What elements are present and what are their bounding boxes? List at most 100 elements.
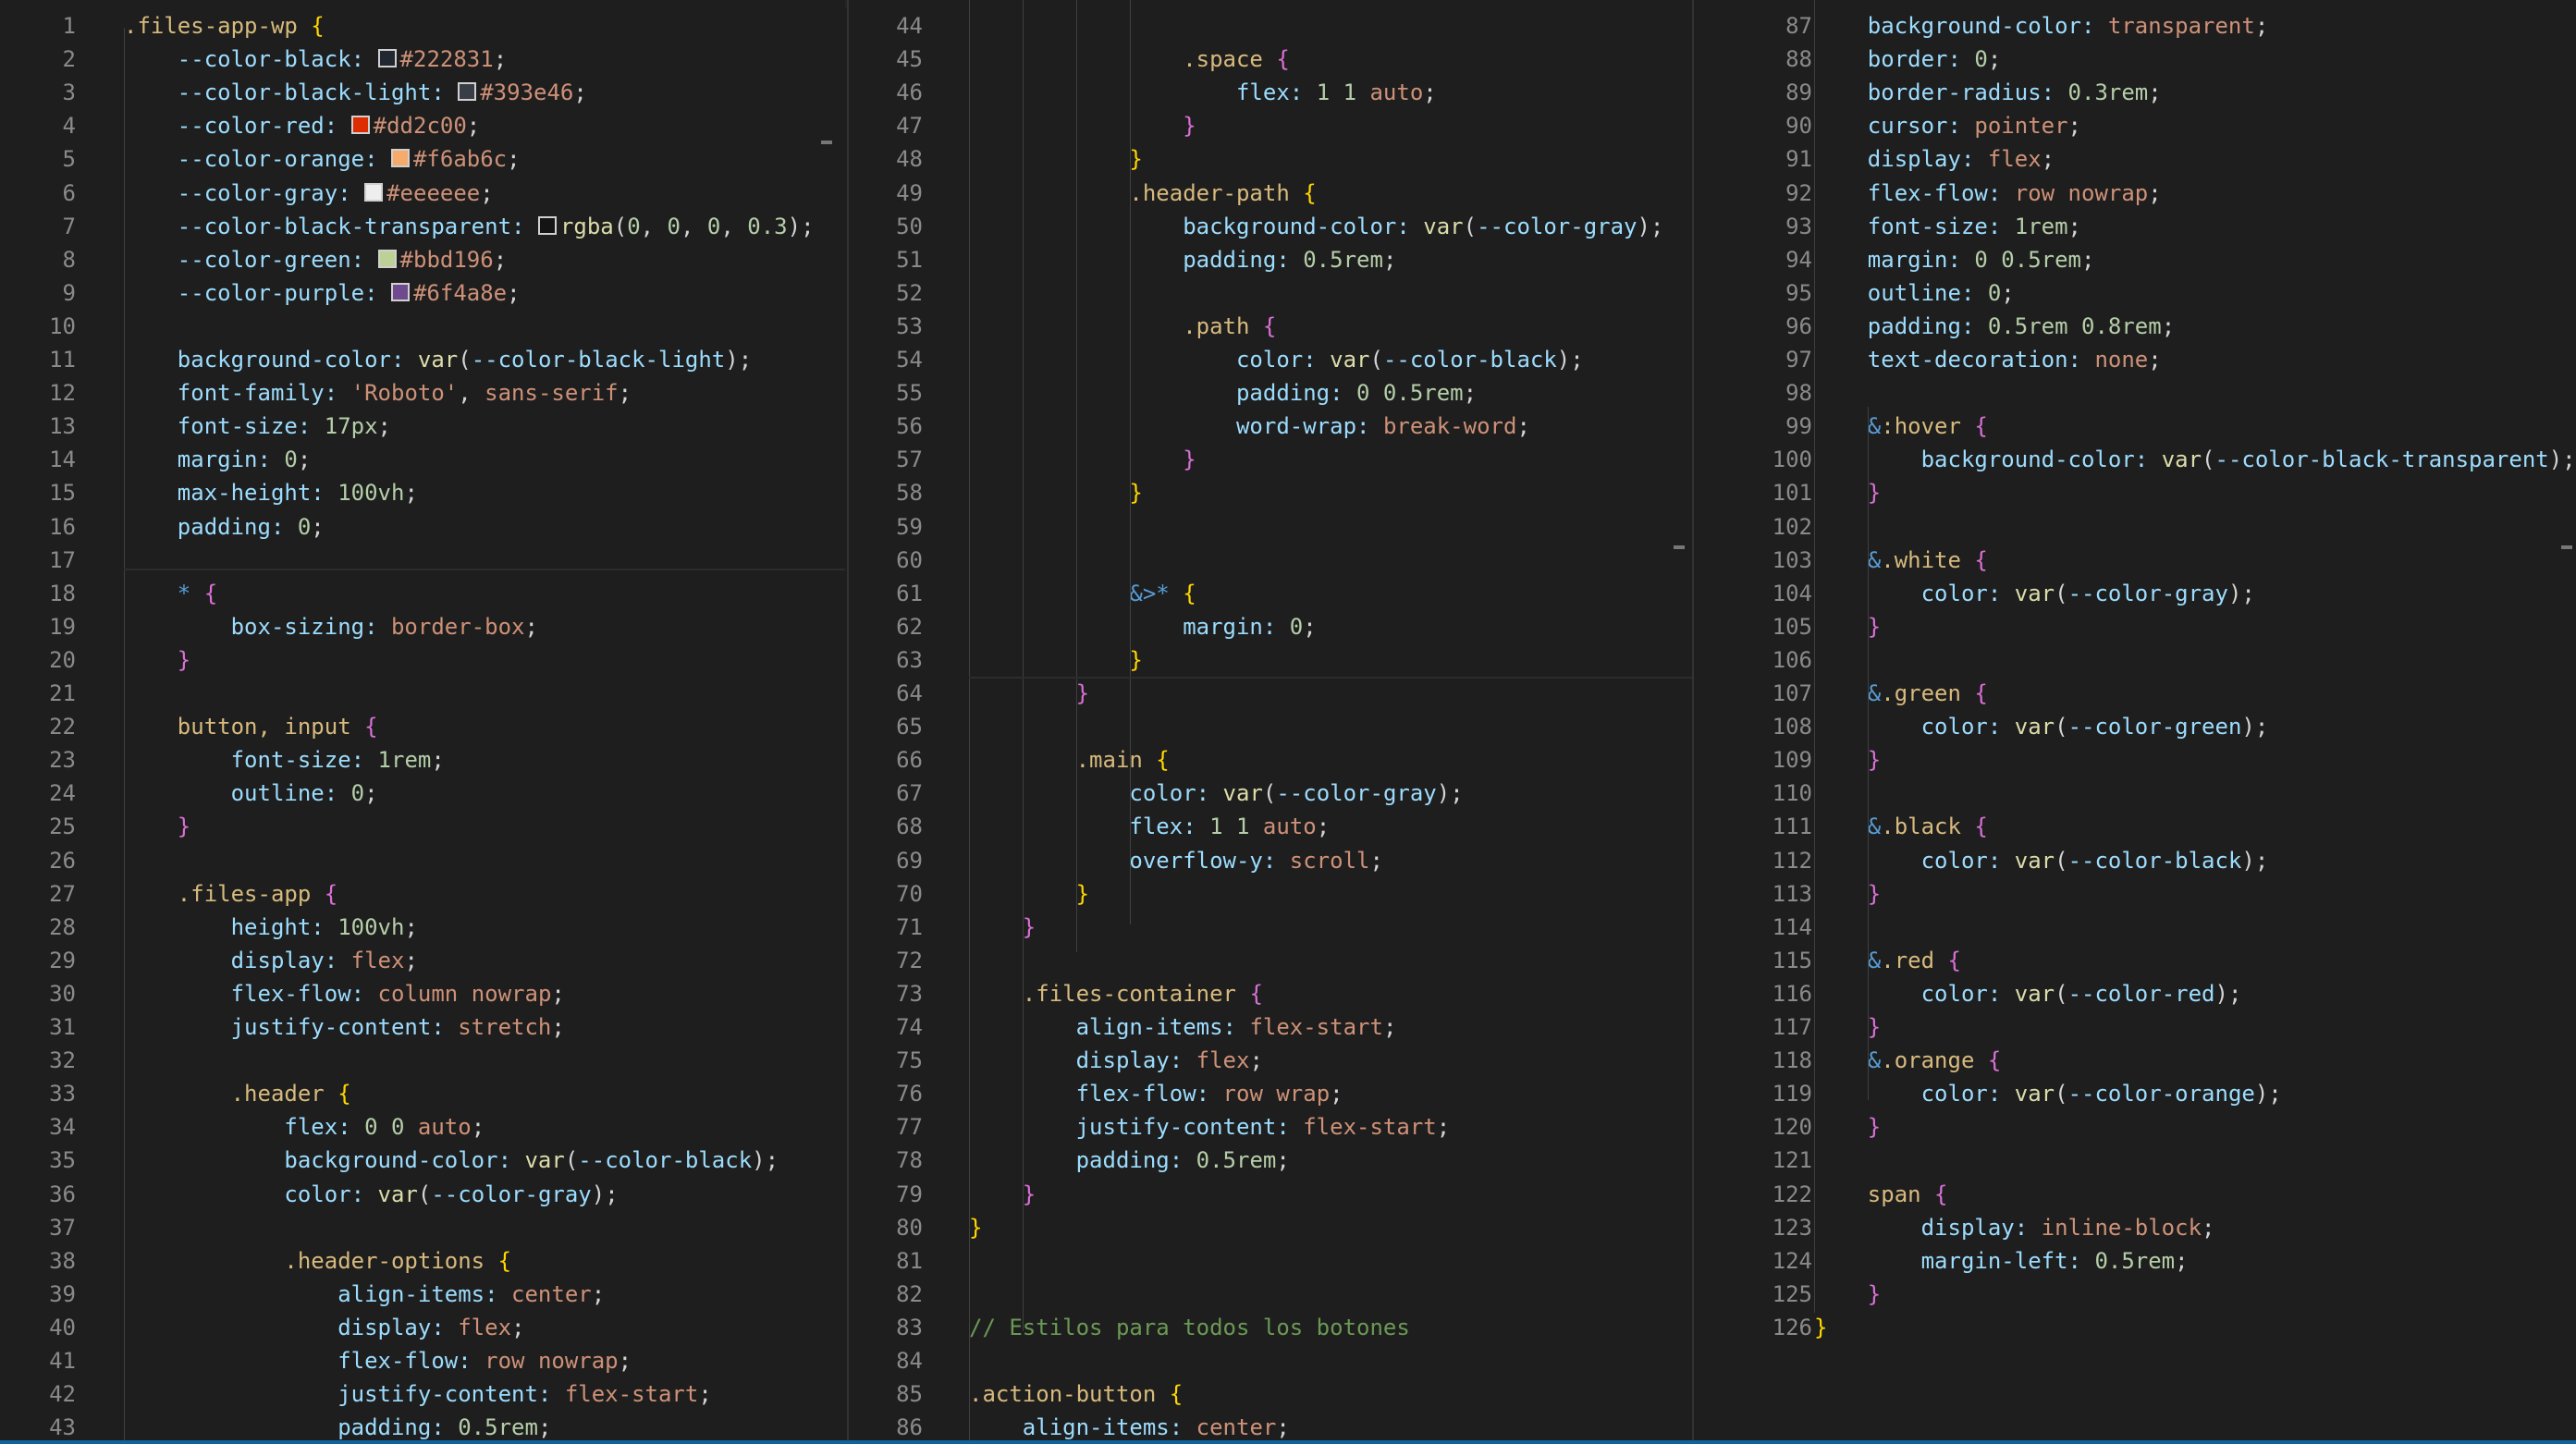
code-line[interactable]: 59 <box>849 510 1692 544</box>
code-line[interactable]: 19 box-sizing: border-box; <box>0 610 845 643</box>
code-line[interactable]: 13 font-size: 17px; <box>0 410 845 443</box>
code-line[interactable]: 35 background-color: var(--color-black); <box>0 1144 845 1177</box>
code-line[interactable]: 125 } <box>1694 1278 2576 1311</box>
code-line[interactable]: 72 <box>849 944 1692 977</box>
code-line[interactable]: 99 &:hover { <box>1694 410 2576 443</box>
code-line[interactable]: 49 .header-path { <box>849 177 1692 210</box>
code-line[interactable]: 123 display: inline-block; <box>1694 1211 2576 1244</box>
code-line[interactable]: 56 word-wrap: break-word; <box>849 410 1692 443</box>
code-line[interactable]: 116 color: var(--color-red); <box>1694 977 2576 1010</box>
code-line[interactable]: 105 } <box>1694 610 2576 643</box>
code-line[interactable]: 58 } <box>849 476 1692 509</box>
code-line[interactable]: 96 padding: 0.5rem 0.8rem; <box>1694 310 2576 343</box>
code-line[interactable]: 76 flex-flow: row wrap; <box>849 1077 1692 1110</box>
code-line[interactable]: 89 border-radius: 0.3rem; <box>1694 76 2576 109</box>
code-line[interactable]: 111 &.black { <box>1694 810 2576 843</box>
color-swatch-icon[interactable] <box>390 149 410 168</box>
code-line[interactable]: 6 --color-gray: #eeeeee; <box>0 177 845 210</box>
code-line[interactable]: 48 } <box>849 142 1692 176</box>
editor-pane-right[interactable]: 87 background-color: transparent; 88 bord… <box>1692 0 2576 1444</box>
code-line[interactable]: 29 display: flex; <box>0 944 845 977</box>
code-line[interactable]: 82 <box>849 1278 1692 1311</box>
code-line[interactable]: 28 height: 100vh; <box>0 911 845 944</box>
code-line[interactable]: 36 color: var(--color-gray); <box>0 1178 845 1211</box>
code-line[interactable]: 79 } <box>849 1178 1692 1211</box>
code-line[interactable]: 101 } <box>1694 476 2576 509</box>
code-line[interactable]: 43 padding: 0.5rem; <box>0 1411 845 1444</box>
code-line[interactable]: 24 outline: 0; <box>0 777 845 810</box>
code-line[interactable]: 33 .header { <box>0 1077 845 1110</box>
code-line[interactable]: 64 } <box>849 677 1692 710</box>
code-line[interactable]: 31 justify-content: stretch; <box>0 1010 845 1044</box>
code-line[interactable]: 21 <box>0 677 845 710</box>
code-line[interactable]: 9 --color-purple: #6f4a8e; <box>0 276 845 310</box>
code-line[interactable]: 124 margin-left: 0.5rem; <box>1694 1244 2576 1278</box>
code-line[interactable]: 20 } <box>0 643 845 677</box>
code-line[interactable]: 52 <box>849 276 1692 310</box>
code-line[interactable]: 10 <box>0 310 845 343</box>
code-line[interactable]: 68 flex: 1 1 auto; <box>849 810 1692 843</box>
code-line[interactable]: 88 border: 0; <box>1694 43 2576 76</box>
code-line[interactable]: 108 color: var(--color-green); <box>1694 710 2576 743</box>
code-line[interactable]: 74 align-items: flex-start; <box>849 1010 1692 1044</box>
code-line[interactable]: 115 &.red { <box>1694 944 2576 977</box>
color-swatch-icon[interactable] <box>350 116 370 135</box>
code-line[interactable]: 78 padding: 0.5rem; <box>849 1144 1692 1177</box>
code-line[interactable]: 110 <box>1694 777 2576 810</box>
code-line[interactable]: 60 <box>849 544 1692 577</box>
color-swatch-icon[interactable] <box>364 182 384 202</box>
code-line[interactable]: 67 color: var(--color-gray); <box>849 777 1692 810</box>
code-line[interactable]: 94 margin: 0 0.5rem; <box>1694 243 2576 276</box>
code-line[interactable]: 93 font-size: 1rem; <box>1694 210 2576 243</box>
code-line[interactable]: 22 button, input { <box>0 710 845 743</box>
code-line[interactable]: 81 <box>849 1244 1692 1278</box>
code-line[interactable]: 16 padding: 0; <box>0 510 845 544</box>
code-line[interactable]: 114 <box>1694 911 2576 944</box>
code-line[interactable]: 23 font-size: 1rem; <box>0 743 845 777</box>
code-line[interactable]: 90 cursor: pointer; <box>1694 109 2576 142</box>
code-line[interactable]: 109 } <box>1694 743 2576 777</box>
code-line[interactable]: 100 background-color: var(--color-black-… <box>1694 443 2576 476</box>
code-line[interactable]: 8 --color-green: #bbd196; <box>0 243 845 276</box>
code-line[interactable]: 47 } <box>849 109 1692 142</box>
code-line[interactable]: 1 .files-app-wp { <box>0 9 845 43</box>
code-line[interactable]: 30 flex-flow: column nowrap; <box>0 977 845 1010</box>
code-line[interactable]: 98 <box>1694 376 2576 410</box>
code-line[interactable]: 62 margin: 0; <box>849 610 1692 643</box>
code-line[interactable]: 77 justify-content: flex-start; <box>849 1110 1692 1144</box>
code-line[interactable]: 70 } <box>849 877 1692 911</box>
code-line[interactable]: 44 <box>849 9 1692 43</box>
code-line[interactable]: 103 &.white { <box>1694 544 2576 577</box>
code-line[interactable]: 55 padding: 0 0.5rem; <box>849 376 1692 410</box>
code-line[interactable]: 17 <box>0 544 845 577</box>
code-line[interactable]: 38 .header-options { <box>0 1244 845 1278</box>
code-line[interactable]: 61 &>* { <box>849 577 1692 610</box>
code-line[interactable]: 84 <box>849 1344 1692 1377</box>
code-line[interactable]: 54 color: var(--color-black); <box>849 343 1692 376</box>
code-line[interactable]: 80} <box>849 1211 1692 1244</box>
code-line[interactable]: 66 .main { <box>849 743 1692 777</box>
code-line[interactable]: 126} <box>1694 1311 2576 1344</box>
code-line[interactable]: 57 } <box>849 443 1692 476</box>
code-line[interactable]: 63 } <box>849 643 1692 677</box>
editor-pane-middle[interactable]: 44 45 .space {46 flex: 1 1 auto; 47 } 48 } 4… <box>847 0 1692 1444</box>
color-swatch-icon[interactable] <box>537 215 557 235</box>
scrollbar-marker[interactable] <box>2561 545 2572 549</box>
editor-pane-left[interactable]: 1 .files-app-wp {2 --color-black: #222831… <box>0 0 845 1444</box>
code-line[interactable]: 26 <box>0 844 845 877</box>
code-line[interactable]: 18 * { <box>0 577 845 610</box>
color-swatch-icon[interactable] <box>458 82 477 102</box>
code-line[interactable]: 120 } <box>1694 1110 2576 1144</box>
code-line[interactable]: 5 --color-orange: #f6ab6c; <box>0 142 845 176</box>
code-line[interactable]: 46 flex: 1 1 auto; <box>849 76 1692 109</box>
code-line[interactable]: 11 background-color: var(--color-black-l… <box>0 343 845 376</box>
color-swatch-icon[interactable] <box>377 49 397 68</box>
code-line[interactable]: 107 &.green { <box>1694 677 2576 710</box>
code-line[interactable]: 7 --color-black-transparent: rgba(0, 0, … <box>0 210 845 243</box>
code-line[interactable]: 3 --color-black-light: #393e46; <box>0 76 845 109</box>
code-line[interactable]: 4 --color-red: #dd2c00; <box>0 109 845 142</box>
code-line[interactable]: 51 padding: 0.5rem; <box>849 243 1692 276</box>
code-line[interactable]: 83 // Estilos para todos los botones <box>849 1311 1692 1344</box>
code-line[interactable]: 97 text-decoration: none; <box>1694 343 2576 376</box>
code-line[interactable]: 121 <box>1694 1144 2576 1177</box>
